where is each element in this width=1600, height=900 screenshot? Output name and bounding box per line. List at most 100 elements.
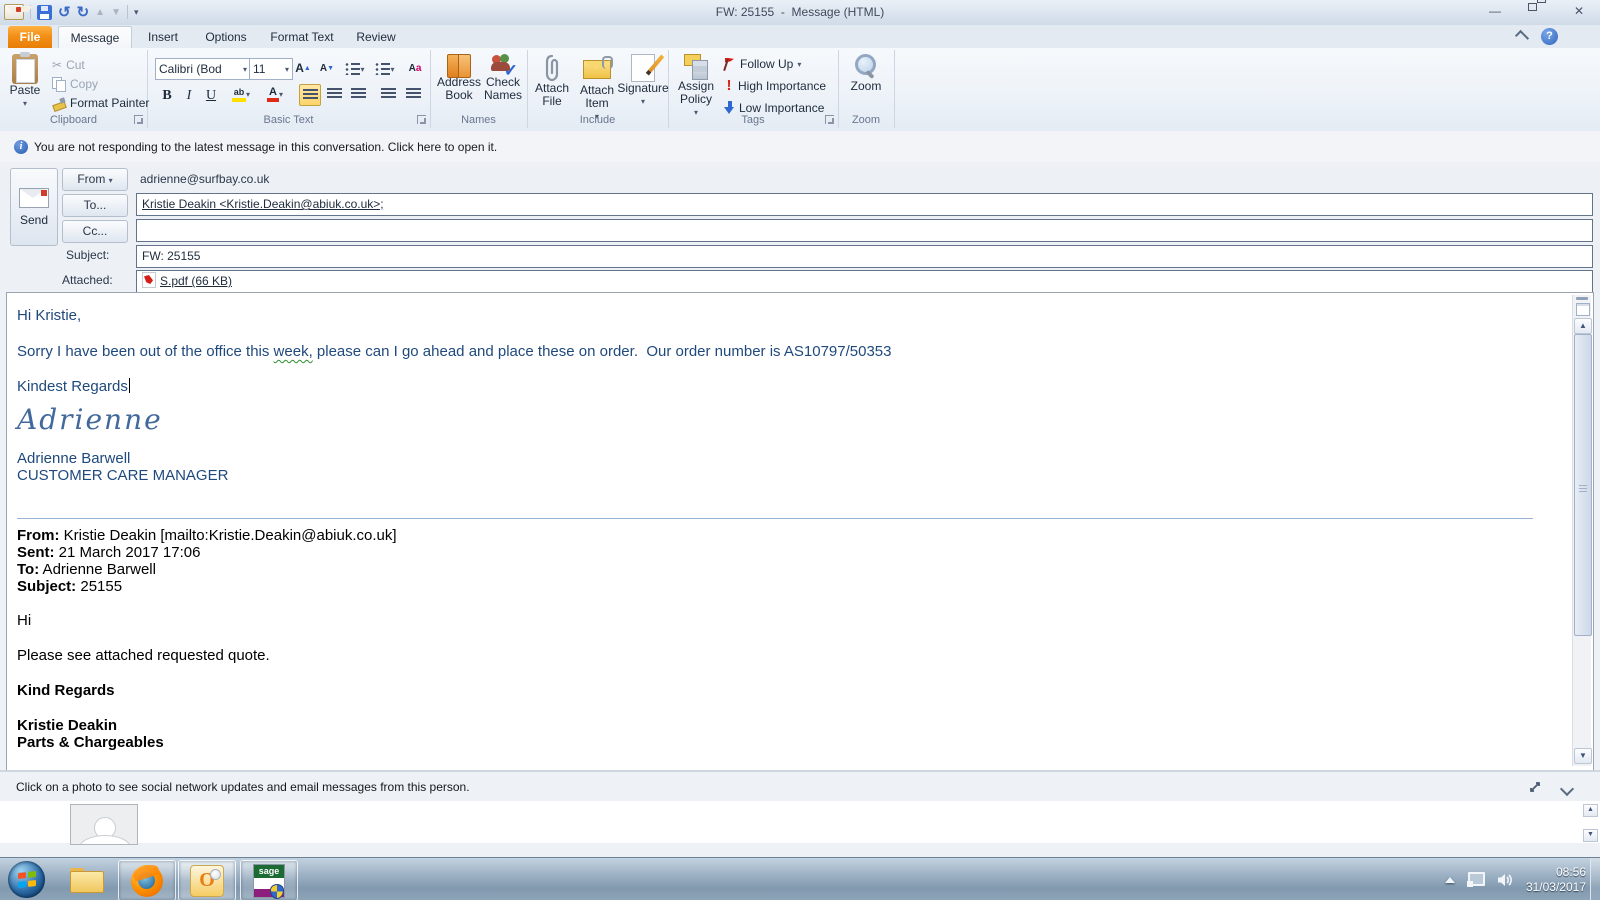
taskbar-item-outlook[interactable]: O: [178, 860, 236, 900]
tab-insert[interactable]: Insert: [138, 26, 188, 48]
conversation-info-bar[interactable]: i You are not responding to the latest m…: [0, 131, 1600, 163]
high-importance-button[interactable]: ! High Importance: [724, 79, 826, 93]
people-pane-chevron-icon[interactable]: [1560, 782, 1574, 796]
contact-photo-placeholder[interactable]: [70, 804, 138, 845]
quoted-sent: Sent: 21 March 2017 17:06: [17, 544, 1517, 561]
signature-title: CUSTOMER CARE MANAGER: [17, 467, 1517, 484]
grow-font-button[interactable]: A▲: [293, 58, 313, 78]
body-scrollbar[interactable]: ▲ ▼: [1572, 295, 1591, 766]
signature-button[interactable]: Signature ▾: [621, 54, 665, 108]
increase-indent-button[interactable]: [403, 84, 423, 104]
cut-icon: ✂: [52, 58, 62, 72]
cut-button[interactable]: ✂ Cut: [52, 58, 85, 72]
low-importance-button[interactable]: Low Importance: [724, 101, 824, 115]
align-left-button[interactable]: [299, 84, 321, 106]
clear-formatting-button[interactable]: Aa: [405, 58, 425, 78]
bullets-button[interactable]: ▾: [345, 59, 365, 79]
body-content[interactable]: Hi Kristie, Sorry I have been out of the…: [17, 293, 1517, 751]
assign-policy-button[interactable]: Assign Policy ▾: [674, 54, 718, 119]
address-book-icon: [447, 54, 471, 76]
attachment-link[interactable]: S.pdf (66 KB): [160, 274, 232, 288]
increase-indent-icon: [406, 88, 421, 100]
chevron-down-icon: ▾: [641, 95, 645, 108]
copy-icon: [52, 77, 66, 91]
tab-message[interactable]: Message: [58, 26, 132, 49]
taskbar: O sage 08:56 31/03/2017: [0, 857, 1600, 900]
to-field[interactable]: Kristie Deakin <Kristie.Deakin@abiuk.co.…: [136, 193, 1593, 216]
attach-item-button[interactable]: Attach Item ▾: [575, 54, 619, 123]
shrink-font-button[interactable]: A▼: [317, 58, 337, 78]
from-button[interactable]: From ▾: [62, 168, 128, 191]
check-names-button[interactable]: ✓ Check Names: [482, 54, 524, 102]
network-icon[interactable]: [1467, 872, 1485, 887]
font-name-combobox[interactable]: Calibri (Bod▾: [155, 58, 251, 80]
pdf-icon: [142, 272, 156, 288]
taskbar-item-sage[interactable]: sage: [240, 860, 298, 900]
taskbar-clock[interactable]: 08:56 31/03/2017: [1526, 865, 1586, 895]
align-right-button[interactable]: [348, 84, 368, 104]
tab-review[interactable]: Review: [348, 26, 404, 48]
clipboard-dialog-launcher-icon[interactable]: [134, 115, 143, 124]
align-center-button[interactable]: [324, 84, 344, 104]
align-center-icon: [327, 88, 342, 100]
font-size-combobox[interactable]: 11▾: [249, 58, 293, 80]
follow-up-button[interactable]: Follow Up ▾: [724, 57, 801, 71]
taskbar-item-firefox[interactable]: [118, 860, 176, 900]
attach-file-button[interactable]: Attach File: [531, 54, 573, 108]
decrease-indent-button[interactable]: [378, 84, 398, 104]
paste-button[interactable]: Paste ▾: [4, 54, 46, 110]
start-button[interactable]: [8, 861, 45, 898]
quoted-sender-dept: Parts & Chargeables: [17, 734, 1517, 751]
format-painter-button[interactable]: Format Painter: [52, 96, 149, 110]
minimize-button[interactable]: —: [1482, 3, 1508, 20]
scroll-up-icon[interactable]: ▲: [1574, 318, 1592, 334]
info-bar-text[interactable]: You are not responding to the latest mes…: [34, 140, 497, 154]
send-button[interactable]: Send: [10, 168, 58, 246]
people-pane-scrollbar[interactable]: ▲ ▼: [1583, 804, 1596, 842]
address-book-button[interactable]: Address Book: [436, 54, 482, 102]
collapse-ribbon-icon[interactable]: [1515, 30, 1529, 44]
volume-icon[interactable]: [1497, 872, 1514, 888]
decrease-indent-icon: [381, 88, 396, 100]
basic-text-dialog-launcher-icon[interactable]: [417, 115, 426, 124]
cc-field[interactable]: [136, 219, 1593, 242]
cc-button[interactable]: Cc...: [62, 220, 128, 243]
info-icon: i: [14, 140, 28, 154]
text-highlight-button[interactable]: ab▾: [231, 84, 251, 104]
scroll-down-icon[interactable]: ▼: [1574, 748, 1592, 764]
scroll-up-icon[interactable]: ▲: [1583, 804, 1598, 817]
message-body[interactable]: Hi Kristie, Sorry I have been out of the…: [6, 292, 1594, 771]
align-right-icon: [351, 88, 366, 100]
italic-button[interactable]: I: [179, 86, 199, 106]
attached-field[interactable]: S.pdf (66 KB): [136, 270, 1593, 293]
ruler-toggle-icon[interactable]: [1576, 303, 1590, 316]
quoted-regards: Kind Regards: [17, 682, 1517, 699]
show-hidden-icons-icon[interactable]: [1445, 877, 1455, 883]
font-color-button[interactable]: A▾: [265, 84, 285, 104]
tab-format-text[interactable]: Format Text: [262, 26, 342, 48]
taskbar-item-explorer[interactable]: [58, 860, 114, 899]
zoom-button[interactable]: Zoom: [845, 54, 887, 93]
to-button[interactable]: To...: [62, 194, 128, 217]
tags-dialog-launcher-icon[interactable]: [825, 115, 834, 124]
scroll-down-icon[interactable]: ▼: [1583, 829, 1598, 842]
close-button[interactable]: ✕: [1566, 3, 1592, 20]
tab-options[interactable]: Options: [196, 26, 256, 48]
format-painter-icon: [52, 96, 66, 110]
split-handle[interactable]: [1576, 297, 1588, 300]
bullets-icon: [345, 63, 360, 75]
underline-button[interactable]: U: [201, 86, 221, 106]
numbering-button[interactable]: ▾: [375, 59, 395, 79]
restore-button[interactable]: [1524, 3, 1550, 20]
to-recipient[interactable]: Kristie Deakin <Kristie.Deakin@abiuk.co.…: [142, 197, 384, 211]
help-icon[interactable]: ?: [1541, 28, 1558, 45]
expand-people-pane-icon[interactable]: [1528, 780, 1542, 794]
tab-file[interactable]: File: [8, 26, 52, 48]
bold-button[interactable]: B: [157, 86, 177, 106]
quoted-hi: Hi: [17, 612, 1517, 629]
copy-button[interactable]: Copy: [52, 77, 98, 91]
scrollbar-thumb[interactable]: [1574, 334, 1592, 636]
show-desktop-button[interactable]: [1590, 858, 1600, 900]
subject-field[interactable]: FW: 25155: [136, 245, 1593, 268]
title-bar: ↺ ↻ ▲ ▼ ▾ FW: 25155 - Message (HTML) — ✕: [0, 0, 1600, 26]
